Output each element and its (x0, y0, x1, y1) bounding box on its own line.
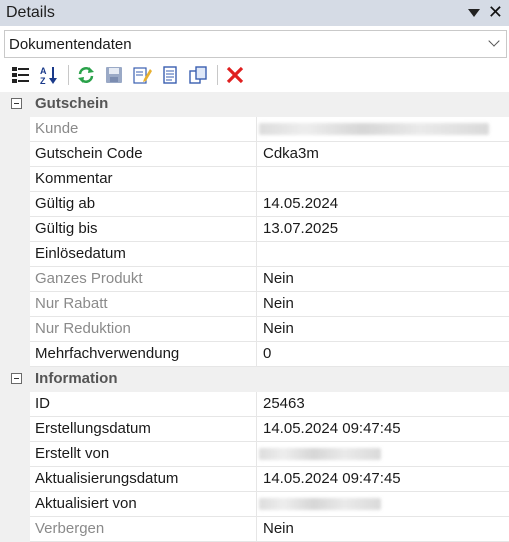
property-value[interactable]: 14.05.2024 09:47:45 (257, 417, 509, 442)
categorized-view-icon[interactable] (10, 64, 32, 86)
property-name: Aktualisierungsdatum (30, 467, 257, 492)
property-value[interactable]: 14.05.2024 09:47:45 (257, 467, 509, 492)
category-label: Information (35, 370, 118, 387)
redacted-value (259, 498, 381, 510)
property-row-nur-rabatt[interactable]: Nur Rabatt Nein (0, 292, 509, 317)
redacted-value (259, 123, 489, 135)
svg-text:A: A (40, 66, 47, 76)
dropdown-arrow-icon[interactable] (467, 9, 480, 17)
property-row-verbergen[interactable]: Verbergen Nein (0, 517, 509, 542)
property-value[interactable]: Nein (257, 317, 509, 342)
view-select-value: Dokumentendaten (9, 35, 132, 53)
property-value[interactable]: 14.05.2024 (257, 192, 509, 217)
property-row-einloesedatum[interactable]: Einlösedatum (0, 242, 509, 267)
category-gutschein[interactable]: Gutschein (0, 92, 509, 117)
svg-text:Z: Z (40, 76, 46, 85)
property-row-kommentar[interactable]: Kommentar (0, 167, 509, 192)
property-name: Mehrfachverwendung (30, 342, 257, 367)
property-name: Ganzes Produkt (30, 267, 257, 292)
property-grid: Gutschein Kunde Gutschein Code Cdka3m Ko… (0, 92, 509, 542)
close-icon[interactable]: ✕ (488, 3, 503, 21)
copy-icon[interactable] (187, 64, 209, 86)
property-name: Verbergen (30, 517, 257, 542)
property-row-gueltig-bis[interactable]: Gültig bis 13.07.2025 (0, 217, 509, 242)
delete-icon[interactable] (224, 64, 246, 86)
property-name: Erstellt von (30, 442, 257, 467)
property-value[interactable]: Nein (257, 517, 509, 542)
property-name: Gültig ab (30, 192, 257, 217)
property-row-aktualisierungsdatum[interactable]: Aktualisierungsdatum 14.05.2024 09:47:45 (0, 467, 509, 492)
property-row-code[interactable]: Gutschein Code Cdka3m (0, 142, 509, 167)
property-name: Erstellungsdatum (30, 417, 257, 442)
property-row-mehrfachverwendung[interactable]: Mehrfachverwendung 0 (0, 342, 509, 367)
property-row-aktualisiert-von[interactable]: Aktualisiert von (0, 492, 509, 517)
property-name: Gültig bis (30, 217, 257, 242)
refresh-icon[interactable] (75, 64, 97, 86)
property-value[interactable]: 13.07.2025 (257, 217, 509, 242)
property-name: Nur Rabatt (30, 292, 257, 317)
property-value[interactable]: Nein (257, 292, 509, 317)
property-value-kunde[interactable] (257, 117, 509, 142)
property-row-ganzes-produkt[interactable]: Ganzes Produkt Nein (0, 267, 509, 292)
property-value-erstellt-von[interactable] (257, 442, 509, 467)
property-name: Aktualisiert von (30, 492, 257, 517)
panel-titlebar: Details ✕ (0, 0, 509, 26)
property-row-id[interactable]: ID 25463 (0, 392, 509, 417)
property-name: Kunde (30, 117, 257, 142)
property-value[interactable] (257, 242, 509, 267)
redacted-value (259, 448, 381, 460)
property-name: Einlösedatum (30, 242, 257, 267)
property-row-kunde[interactable]: Kunde (0, 117, 509, 142)
property-value[interactable]: 0 (257, 342, 509, 367)
save-icon[interactable] (103, 64, 125, 86)
collapse-icon[interactable] (11, 98, 22, 109)
property-row-erstellungsdatum[interactable]: Erstellungsdatum 14.05.2024 09:47:45 (0, 417, 509, 442)
view-select[interactable]: Dokumentendaten (4, 30, 507, 58)
toolbar-separator (217, 65, 218, 85)
property-name: Nur Reduktion (30, 317, 257, 342)
panel-title: Details (6, 4, 55, 21)
category-information[interactable]: Information (0, 367, 509, 392)
property-value[interactable]: Nein (257, 267, 509, 292)
collapse-icon[interactable] (11, 373, 22, 384)
property-row-gueltig-ab[interactable]: Gültig ab 14.05.2024 (0, 192, 509, 217)
chevron-down-icon[interactable] (488, 35, 500, 47)
document-icon[interactable] (159, 64, 181, 86)
property-value[interactable] (257, 167, 509, 192)
edit-icon[interactable] (131, 64, 153, 86)
property-value[interactable]: 25463 (257, 392, 509, 417)
property-name: Gutschein Code (30, 142, 257, 167)
property-value[interactable]: Cdka3m (257, 142, 509, 167)
property-value-aktualisiert-von[interactable] (257, 492, 509, 517)
sort-az-icon[interactable]: A Z (38, 64, 60, 86)
property-name: Kommentar (30, 167, 257, 192)
toolbar: A Z (0, 60, 509, 90)
category-label: Gutschein (35, 95, 109, 112)
toolbar-separator (68, 65, 69, 85)
property-row-erstellt-von[interactable]: Erstellt von (0, 442, 509, 467)
property-name: ID (30, 392, 257, 417)
property-row-nur-reduktion[interactable]: Nur Reduktion Nein (0, 317, 509, 342)
